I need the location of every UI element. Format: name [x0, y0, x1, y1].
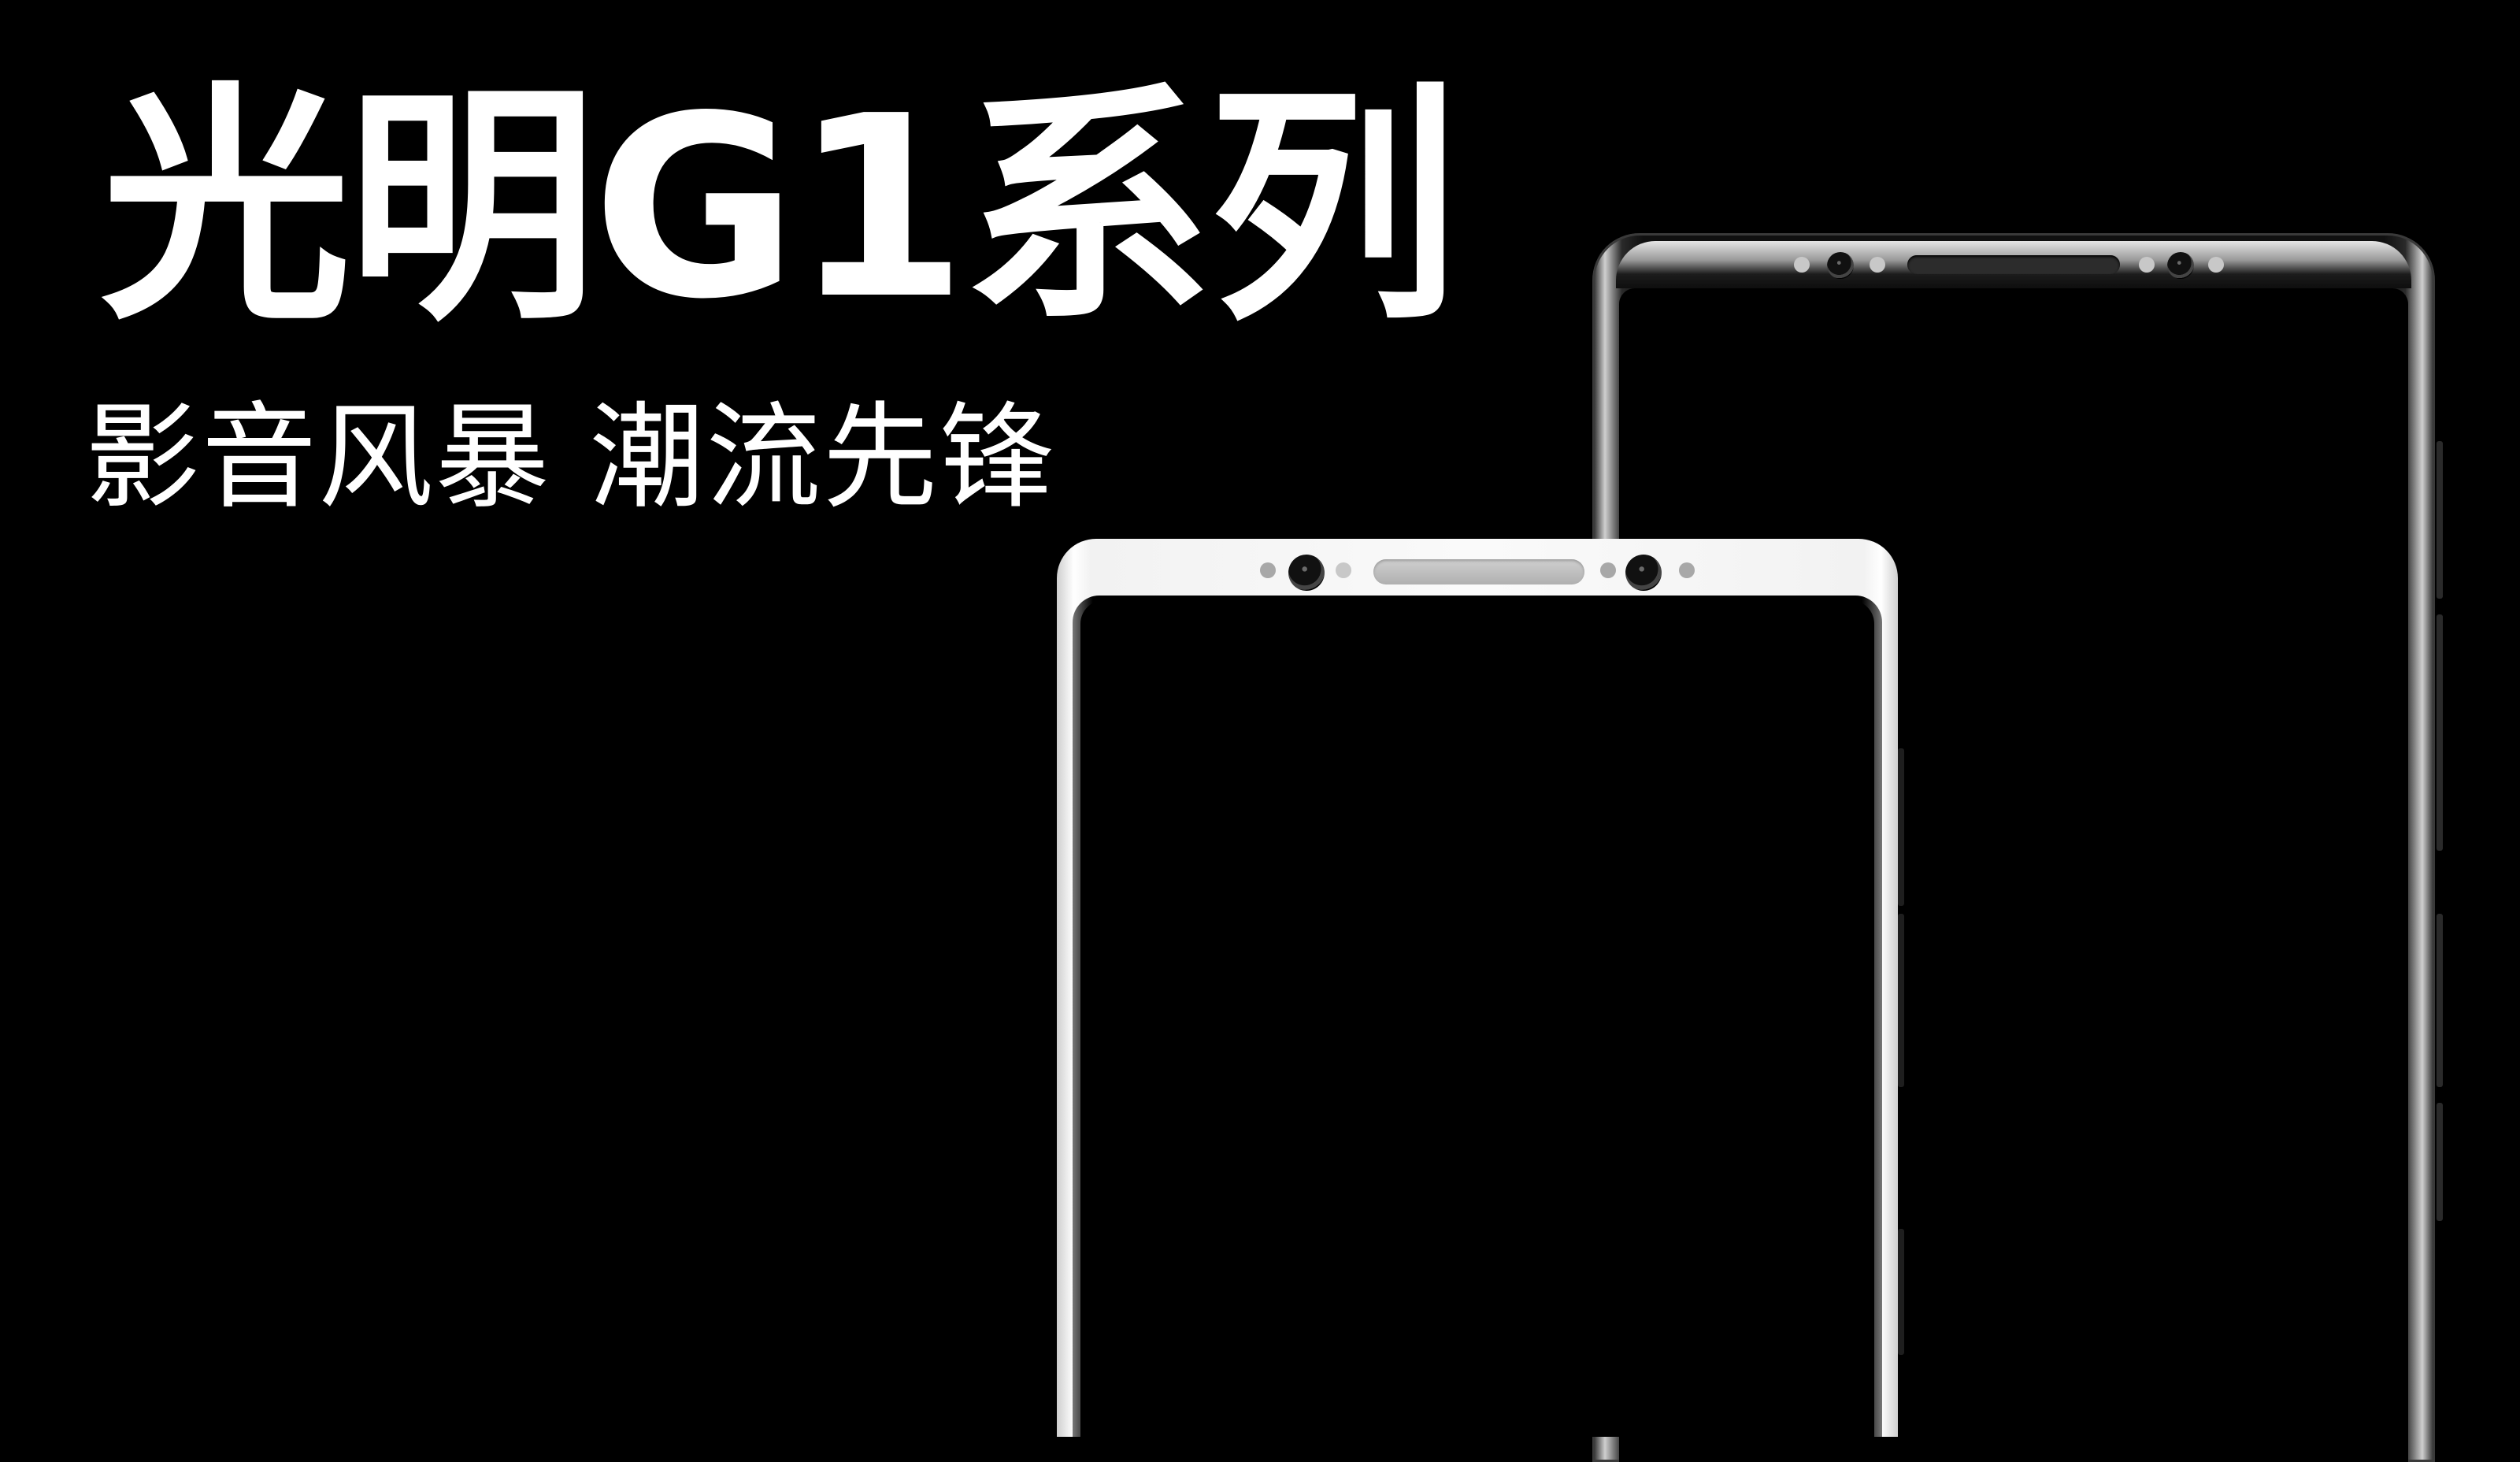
black-phone-side-key	[2437, 1103, 2443, 1221]
sensor-dot	[1260, 562, 1276, 578]
sensor-dot	[1870, 257, 1885, 273]
sensor-dot	[2208, 257, 2224, 273]
sensor-dot	[1679, 562, 1695, 578]
white-phone-side-key	[1898, 914, 1904, 1087]
earpiece-speaker	[1373, 559, 1584, 584]
front-camera-icon	[1827, 252, 1854, 279]
front-camera-icon	[1625, 555, 1662, 591]
front-camera-icon	[2167, 252, 2194, 279]
black-phone-side-key	[2437, 614, 2443, 851]
sensor-dot	[1336, 562, 1351, 578]
sensor-dot	[1600, 562, 1616, 578]
white-phone-illustration	[1057, 539, 1898, 1437]
white-phone-screen	[1080, 600, 1874, 1437]
earpiece-speaker	[1907, 255, 2120, 274]
black-phone-side-key	[2437, 914, 2443, 1087]
white-phone-side-key	[1898, 1229, 1904, 1355]
white-phone-screen-edge	[1073, 596, 1882, 1437]
tagline-subtitle: 影音风暴 潮流先锋	[85, 391, 1056, 525]
front-camera-icon	[1288, 555, 1325, 591]
sensor-dot	[2139, 257, 2155, 273]
headline-title: 光明G1系列	[101, 62, 1458, 354]
white-phone-side-key	[1898, 748, 1904, 906]
black-phone-side-key	[2437, 441, 2443, 599]
sensor-dot	[1794, 257, 1810, 273]
